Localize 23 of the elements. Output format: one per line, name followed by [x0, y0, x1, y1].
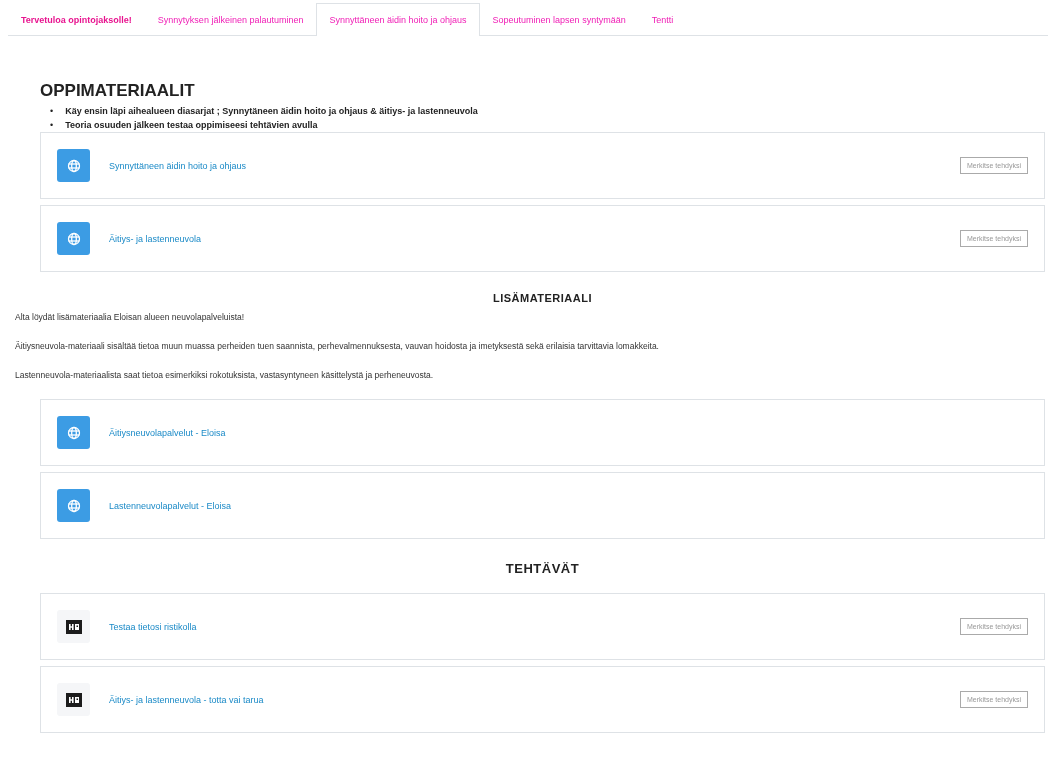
section-heading: OPPIMATERIAALIT: [40, 81, 196, 101]
instruction-text: Teoria osuuden jälkeen testaa oppimiseesi tehtävien avulla: [65, 119, 318, 132]
bullet-marker: •: [50, 105, 54, 118]
course-tab[interactable]: Sopeutuminen lapsen syntymään: [479, 3, 639, 36]
course-tab[interactable]: Tentti: [638, 3, 687, 36]
course-tab[interactable]: Synnytyksen jälkeinen palautuminen: [144, 3, 317, 36]
activity-link[interactable]: Synnyttäneen äidin hoito ja ohjaus: [109, 160, 941, 171]
activity-link[interactable]: Äitiys- ja lastenneuvola - totta vai tarua: [109, 694, 941, 705]
section-heading: LISÄMATERIAALI: [491, 292, 594, 304]
activity-link[interactable]: Lastenneuvolapalvelut - Eloisa: [109, 500, 1028, 511]
course-tab[interactable]: Synnyttäneen äidin hoito ja ohjaus: [316, 3, 480, 36]
bullet-marker: •: [50, 119, 54, 132]
activity-link[interactable]: Äitiys- ja lastenneuvola: [109, 233, 941, 244]
instruction-text: Käy ensin läpi aihealueen diasarjat ; Synnytäneen äidin hoito ja ohjaus & äitiys- ja lastenneuvola: [65, 105, 478, 118]
course-tab[interactable]: Tervetuloa opintojaksolle!: [8, 3, 145, 36]
logo-icon: [65, 692, 82, 707]
paragraph: Äitiysneuvola-materiaali sisältää tietoa muun muassa perheiden tuen saannista, perhevalmennuksesta, vauvan hoidosta ja imetyksestä sekä erilaisia tarvittavia lomakkeita.: [15, 341, 660, 351]
paragraph: Lastenneuvola-materiaalista saat tietoa esimerkiksi rokotuksista, vastasyntyneen käsittelystä ja perheneuvosta.: [15, 370, 435, 380]
section-heading: TEHTÄVÄT: [504, 561, 581, 576]
activity-link[interactable]: Testaa tietosi ristikolla: [109, 621, 941, 632]
logo-icon: [65, 619, 82, 634]
paragraph: Alta löydät lisämateriaalia Eloisan alueen neuvolapalveluista!: [15, 312, 246, 322]
activity-link[interactable]: Äitiysneuvolapalvelut - Eloisa: [109, 427, 1028, 438]
